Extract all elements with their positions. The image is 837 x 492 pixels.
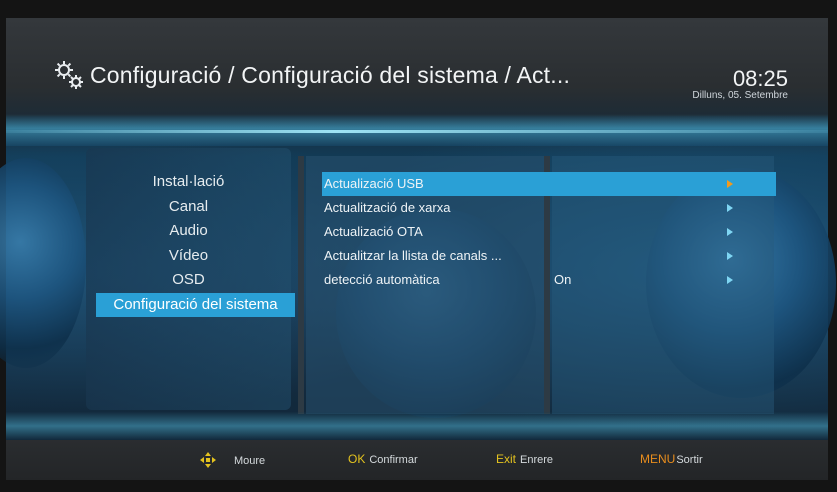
submenu-item-label: Actualitzar la llista de canals ... xyxy=(324,248,502,263)
panel-divider xyxy=(298,156,304,414)
submenu-item-label: Actualització de xarxa xyxy=(324,200,451,215)
exit-key: Exit xyxy=(496,452,517,466)
submenu-item-network-update[interactable]: Actualització de xarxa xyxy=(322,196,776,220)
submenu-item-usb-update[interactable]: Actualizació USB xyxy=(322,172,776,196)
auto-detect-value[interactable]: On xyxy=(554,268,571,292)
hint-menu: MENUSortir xyxy=(640,452,703,466)
header-swoosh-line xyxy=(6,130,828,133)
menu-item-channel[interactable]: Canal xyxy=(86,195,291,220)
submenu: Actualizació USB Actualització de xarxa … xyxy=(322,172,776,292)
submenu-item-label: Actualizació USB xyxy=(324,176,424,191)
menu-item-system-settings[interactable]: Configuració del sistema xyxy=(96,292,295,317)
clock-date: Dilluns, 05. Setembre xyxy=(692,90,788,101)
hint-ok: OK Confirmar xyxy=(348,452,418,466)
hint-menu-label: Sortir xyxy=(676,454,703,466)
arrow-right-icon xyxy=(727,204,733,212)
main-menu: Instal·lació Canal Audio Vídeo OSD Confi… xyxy=(86,170,295,317)
submenu-item-label: Actualizació OTA xyxy=(324,224,423,239)
menu-item-video[interactable]: Vídeo xyxy=(86,244,291,269)
submenu-item-label: detecció automàtica xyxy=(324,272,440,287)
hint-exit-label: Enrere xyxy=(520,454,554,466)
menu-item-installation[interactable]: Instal·lació xyxy=(86,170,291,195)
hint-ok-label: Confirmar xyxy=(369,454,418,466)
hint-exit: Exit Enrere xyxy=(496,452,553,466)
footer-swoosh xyxy=(6,412,828,440)
arrow-right-icon xyxy=(727,228,733,236)
page-title: Configuració / Configuració del sistema … xyxy=(90,61,571,88)
gears-icon xyxy=(55,61,83,89)
move-arrows-icon xyxy=(200,452,216,468)
menu-item-audio[interactable]: Audio xyxy=(86,219,291,244)
header-bar: Configuració / Configuració del sistema … xyxy=(6,18,828,116)
title-row: Configuració / Configuració del sistema … xyxy=(52,58,570,92)
tv-screen: Configuració / Configuració del sistema … xyxy=(0,18,836,480)
menu-key: MENU xyxy=(640,452,676,466)
submenu-item-channel-list-update[interactable]: Actualitzar la llista de canals ... xyxy=(322,244,776,268)
clock-time: 08:25 xyxy=(732,66,788,91)
submenu-item-ota-update[interactable]: Actualizació OTA xyxy=(322,220,776,244)
ok-key: OK xyxy=(348,452,366,466)
arrow-right-icon xyxy=(727,180,733,188)
submenu-item-auto-detect[interactable]: detecció automàtica On xyxy=(322,268,776,292)
hint-move: Moure xyxy=(200,452,265,468)
hint-move-label: Moure xyxy=(234,455,266,467)
menu-item-osd[interactable]: OSD xyxy=(86,268,291,293)
arrow-right-icon xyxy=(727,276,733,284)
arrow-right-icon xyxy=(727,252,733,260)
globe-left-decor xyxy=(0,158,86,368)
